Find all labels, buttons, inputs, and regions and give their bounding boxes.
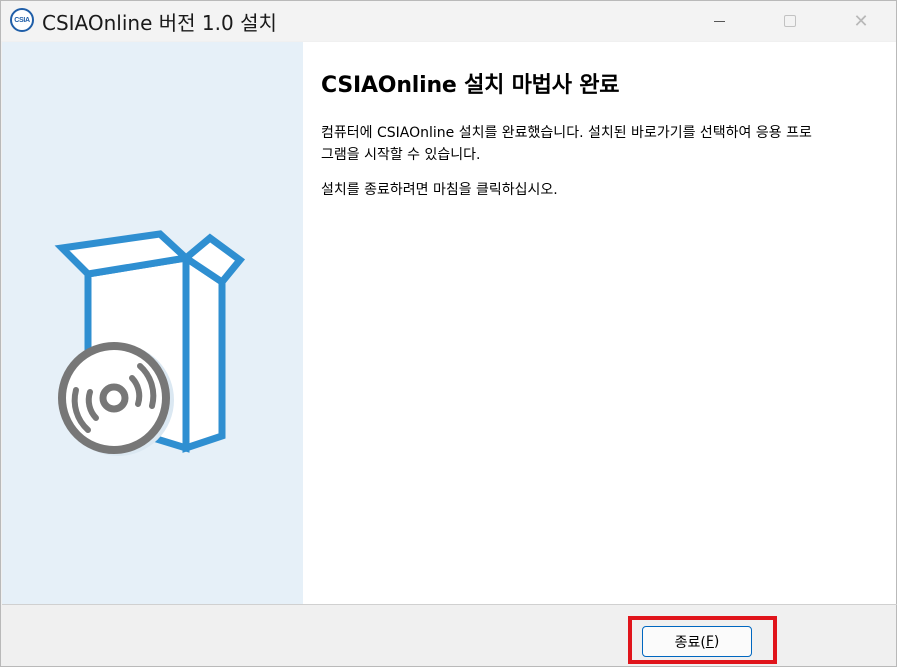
footer-divider <box>2 604 897 605</box>
page-heading: CSIAOnline 설치 마법사 완료 <box>321 73 620 98</box>
highlight-box <box>628 616 777 664</box>
finish-instruction: 설치를 종료하려면 마침을 클릭하십시오. <box>321 182 558 198</box>
app-logo-text: CSIA <box>14 16 30 24</box>
minimize-button[interactable] <box>696 1 742 41</box>
window-title: CSIAOnline 버전 1.0 설치 <box>42 11 277 35</box>
wizard-banner <box>2 42 303 604</box>
completion-message: 컴퓨터에 CSIAOnline 설치를 완료했습니다. 설치된 바로가기를 선택… <box>321 122 881 166</box>
close-icon: ✕ <box>853 10 869 32</box>
title-bar: CSIA CSIAOnline 버전 1.0 설치 ✕ <box>1 1 896 41</box>
maximize-button[interactable] <box>767 1 813 41</box>
completion-message-line2: 그램을 시작할 수 있습니다. <box>321 147 481 163</box>
minimize-icon <box>713 20 725 22</box>
maximize-icon <box>784 15 796 27</box>
completion-message-line1: 컴퓨터에 CSIAOnline 설치를 완료했습니다. 설치된 바로가기를 선택… <box>321 125 812 141</box>
software-box-icon <box>54 230 246 456</box>
app-logo-icon: CSIA <box>10 8 34 32</box>
content-panel: CSIAOnline 설치 마법사 완료 컴퓨터에 CSIAOnline 설치를… <box>303 42 896 604</box>
close-button[interactable]: ✕ <box>838 1 884 41</box>
installer-window: CSIA CSIAOnline 버전 1.0 설치 ✕ CSIAOnline 설… <box>0 0 897 667</box>
